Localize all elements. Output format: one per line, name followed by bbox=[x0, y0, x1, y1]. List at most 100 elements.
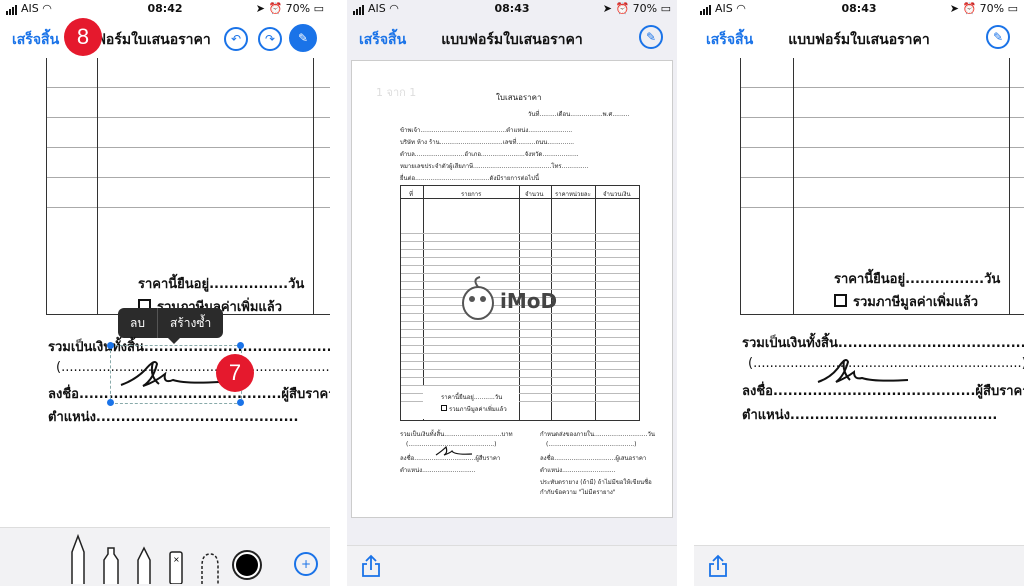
table-column-line bbox=[1009, 58, 1010, 314]
duplicate-menu-item[interactable]: สร้างซ้ำ bbox=[156, 308, 223, 338]
markup-icon[interactable]: ✎ bbox=[639, 25, 663, 49]
eraser-icon[interactable]: × bbox=[168, 550, 184, 584]
drawing-toolbar: × + bbox=[0, 527, 330, 586]
markup-icon[interactable]: ✎ bbox=[986, 25, 1010, 49]
bidder-sign-line: ลงชื่อ................................ผู… bbox=[540, 455, 647, 462]
resize-handle[interactable] bbox=[107, 399, 114, 406]
battery-icon: ▭ bbox=[1007, 2, 1018, 15]
date-line: วันที่.........เดือน.................พ.ศ… bbox=[528, 111, 630, 118]
delivery-line: กำหนดส่งของภายใน........................… bbox=[540, 431, 655, 438]
add-icon[interactable]: + bbox=[294, 552, 318, 576]
delete-menu-item[interactable]: ลบ bbox=[118, 308, 157, 338]
table-row bbox=[47, 118, 330, 148]
nav-bar: เสร็จสิ้น ฟอร์มใบเสนอราคา ↶ ↷ ✎ bbox=[0, 18, 330, 58]
form-line: หมายเลขประจำตัวผู้เสียภาษี..............… bbox=[400, 163, 589, 170]
page-title: แบบฟอร์มใบเสนอราคา bbox=[441, 32, 583, 48]
location-icon: ➤ bbox=[602, 2, 612, 15]
table-row bbox=[401, 250, 639, 258]
resize-handle[interactable] bbox=[237, 342, 244, 349]
table-row bbox=[401, 378, 639, 386]
resize-handle[interactable] bbox=[237, 399, 244, 406]
page-title: แบบฟอร์มใบเสนอราคา bbox=[788, 32, 930, 48]
price-valid-text: ราคานี้ยืนอยู่...........วัน bbox=[441, 394, 503, 401]
table-row bbox=[47, 178, 330, 208]
table-row bbox=[401, 242, 639, 250]
table-row bbox=[741, 58, 1024, 88]
alarm-icon: ⏰ bbox=[615, 2, 630, 15]
table-row bbox=[401, 314, 639, 322]
location-icon: ➤ bbox=[949, 2, 959, 15]
signature-drawing bbox=[817, 359, 909, 383]
lasso-icon[interactable] bbox=[198, 552, 222, 584]
battery-icon: ▭ bbox=[660, 2, 671, 15]
table-row bbox=[401, 338, 639, 346]
table-row bbox=[401, 330, 639, 338]
table-row bbox=[401, 362, 639, 370]
pen-icon[interactable] bbox=[70, 534, 86, 584]
alarm-icon: ⏰ bbox=[268, 2, 283, 15]
doc-title: ใบเสนอราคา bbox=[496, 93, 542, 102]
markup-icon[interactable]: ✎ bbox=[289, 24, 317, 52]
pencil-icon[interactable] bbox=[136, 546, 152, 584]
position-line: ตำแหน่ง.................................… bbox=[742, 408, 998, 423]
screenshot-panel-zoomed: AIS ◠ 08:43 ➤ ⏰ 70% ▭ เสร็จสิ้น แบบฟอร์ม… bbox=[694, 0, 1024, 586]
form-line: ตำบล..........................อำเภอ.....… bbox=[400, 151, 579, 158]
table-column-line bbox=[313, 58, 314, 314]
price-valid-text: ราคานี้ยืนอยู่................วัน bbox=[834, 272, 1001, 287]
status-right: ➤ ⏰ 70% ▭ bbox=[949, 2, 1018, 15]
screenshot-panel-editing: AIS ◠ 08:42 ➤ ⏰ 70% ▭ เสร็จสิ้น ฟอร์มใบเ… bbox=[0, 0, 330, 586]
table-row bbox=[741, 208, 1024, 238]
marker-icon[interactable] bbox=[102, 546, 120, 584]
table-row bbox=[401, 370, 639, 378]
table-row bbox=[47, 88, 330, 118]
form-line: ยื่นต่อ.................................… bbox=[400, 175, 540, 182]
edit-popup-menu: ลบ สร้างซ้ำ bbox=[118, 308, 224, 344]
delivery-words-line: (.......................................… bbox=[546, 441, 637, 448]
price-valid-text: ราคานี้ยืนอยู่................วัน bbox=[138, 277, 305, 292]
page-indicator: 1 จาก 1 bbox=[376, 86, 417, 99]
imod-logo-icon bbox=[462, 276, 494, 320]
vat-checkbox-row: รวมภาษีมูลค่าเพิ่มแล้ว bbox=[834, 291, 978, 312]
watermark-text: iMoD bbox=[500, 289, 558, 313]
status-bar: AIS ◠ 08:43 ➤ ⏰ 70% ▭ bbox=[347, 0, 677, 16]
table-row bbox=[741, 88, 1024, 118]
table-row bbox=[401, 266, 639, 274]
step-badge-8: 8 bbox=[64, 18, 102, 56]
table-row bbox=[401, 354, 639, 362]
table-column-line bbox=[97, 58, 98, 314]
imod-watermark: iMoD bbox=[460, 275, 557, 325]
redo-icon[interactable]: ↷ bbox=[258, 27, 282, 51]
svg-text:×: × bbox=[173, 555, 180, 564]
form-line: บริษัท ห้าง ร้าน........................… bbox=[400, 139, 575, 146]
status-right: ➤ ⏰ 70% ▭ bbox=[255, 2, 324, 15]
vat-checkbox[interactable] bbox=[834, 294, 847, 307]
alarm-icon: ⏰ bbox=[962, 2, 977, 15]
resize-handle[interactable] bbox=[107, 342, 114, 349]
table-row bbox=[401, 322, 639, 330]
stamp-note-line: กำกับข้อความ "ไม่มีตรายาง" bbox=[540, 489, 616, 496]
done-button[interactable]: เสร็จสิ้น bbox=[12, 29, 59, 51]
table-row bbox=[401, 274, 639, 282]
location-icon: ➤ bbox=[255, 2, 265, 15]
table-row bbox=[401, 234, 639, 242]
table-row bbox=[741, 118, 1024, 148]
table-row bbox=[47, 148, 330, 178]
share-icon[interactable] bbox=[708, 554, 728, 578]
document-page: 1 จาก 1 ใบเสนอราคา วันที่.........เดือน.… bbox=[351, 60, 673, 518]
undo-icon[interactable]: ↶ bbox=[224, 27, 248, 51]
status-bar: AIS ◠ 08:42 ➤ ⏰ 70% ▭ bbox=[0, 0, 330, 16]
status-right: ➤ ⏰ 70% ▭ bbox=[602, 2, 671, 15]
position-line: ตำแหน่ง.................................… bbox=[48, 410, 299, 425]
table-rows bbox=[401, 226, 639, 402]
page-title: ฟอร์มใบเสนอราคา bbox=[96, 32, 211, 48]
nav-bar: เสร็จสิ้น แบบฟอร์มใบเสนอราคา ✎ bbox=[347, 18, 677, 58]
stamp-note-line: ประทับตรายาง (ถ้ามี) ถ้าไม่มีขอให้เขียนช… bbox=[540, 479, 652, 486]
color-icon[interactable] bbox=[234, 552, 260, 578]
table-row bbox=[741, 148, 1024, 178]
table-row bbox=[401, 226, 639, 234]
table-row bbox=[741, 178, 1024, 208]
table-column-line bbox=[793, 58, 794, 314]
share-icon[interactable] bbox=[361, 554, 381, 578]
bidder-position-line: ตำแหน่ง............................ bbox=[540, 467, 616, 474]
table-row bbox=[47, 208, 330, 238]
